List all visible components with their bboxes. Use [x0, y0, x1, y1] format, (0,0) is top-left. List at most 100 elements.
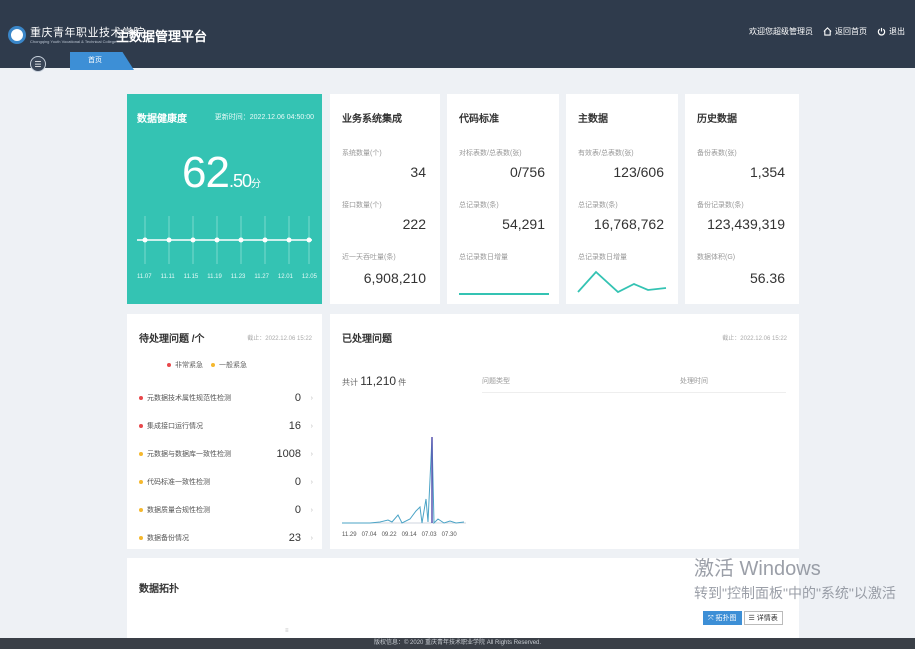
issue-count: 0 — [294, 504, 301, 516]
chevron-right-icon: › — [310, 534, 313, 542]
issue-row[interactable]: 数据备份情况 23 › — [139, 532, 315, 544]
issue-count: 23 — [288, 532, 301, 544]
metric-label: 近一天吞吐量(条) — [342, 254, 396, 261]
metric-label: 总记录数(条) — [578, 202, 618, 209]
master-data-card[interactable]: 主数据 有效表/总表数(张) 123/606 总记录数(条) 16,768,76… — [566, 94, 678, 304]
college-name-english: Chongqing Youth Vocational & Technical C… — [30, 39, 117, 44]
urgency-dot — [139, 452, 143, 456]
card-title: 主数据 — [578, 114, 608, 125]
health-score-int: 62 — [182, 148, 230, 197]
urgency-dot — [139, 396, 143, 400]
processed-total-value: 11,210 — [360, 374, 397, 388]
issue-row[interactable]: 元数据与数据库一致性检测 1008 › — [139, 448, 315, 460]
topology-title: 数据拓扑 — [139, 584, 179, 595]
resize-handle-icon[interactable]: ≡ — [285, 628, 289, 634]
menu-toggle-button[interactable]: ☰ — [30, 56, 46, 72]
urgency-dot — [139, 480, 143, 484]
processed-date-axis: 11.29 07.04 09.22 09.14 07.03 07.30 — [342, 532, 457, 538]
business-integration-card[interactable]: 业务系统集成 系统数量(个) 34 接口数量(个) 222 近一天吞吐量(条) … — [330, 94, 440, 304]
date-tick: 11.27 — [254, 274, 269, 280]
watermark-line1: 激活 Windows — [694, 558, 821, 580]
date-tick: 12.05 — [301, 274, 317, 280]
logout-link[interactable]: 退出 — [877, 26, 905, 37]
chevron-right-icon: › — [310, 450, 313, 458]
issues-time: 截止：2022.12.06 15:22 — [247, 336, 312, 342]
code-daily-sparkline — [459, 293, 549, 295]
data-health-card: 数据健康度 更新时间：2022.12.06 04:50:00 62.50分 11… — [127, 94, 322, 304]
date-tick: 07.03 — [421, 532, 437, 538]
menu-icon: ☰ — [34, 59, 42, 69]
urgency-dot — [139, 508, 143, 512]
health-score-unit: 分 — [250, 179, 261, 190]
date-tick: 09.22 — [381, 532, 397, 538]
home-label: 返回首页 — [835, 27, 867, 36]
date-tick: 11.11 — [160, 274, 175, 280]
issue-label: 数据备份情况 — [147, 535, 189, 542]
metric-label: 系统数量(个) — [342, 150, 382, 157]
metric-label: 总记录数日增量 — [578, 254, 627, 261]
metric-value: 6,908,210 — [363, 270, 426, 286]
issue-row[interactable]: 代码标准一致性检测 0 › — [139, 476, 315, 488]
issues-title: 待处理问题 /个 — [139, 334, 205, 345]
date-tick: 09.14 — [401, 532, 417, 538]
metric-label: 接口数量(个) — [342, 202, 382, 209]
metric-value: 222 — [402, 216, 426, 232]
issue-count: 0 — [294, 392, 301, 404]
date-tick: 07.30 — [441, 532, 457, 538]
home-icon — [823, 27, 832, 36]
health-date-axis: 11.07 11.11 11.15 11.19 11.23 11.27 12.0… — [137, 274, 317, 280]
processed-trend-chart — [342, 436, 466, 525]
footer-copyright: 版权信息：© 2020 重庆青年技术职业学院 All Rights Reserv… — [0, 638, 915, 649]
metric-value: 16,768,762 — [593, 216, 664, 232]
issue-row[interactable]: 数据质量合规性检测 0 › — [139, 504, 315, 516]
date-tick: 11.29 — [342, 532, 357, 538]
date-tick: 11.15 — [183, 274, 199, 280]
metric-value: 123/606 — [613, 164, 664, 180]
code-standard-card[interactable]: 代码标准 对标表数/总表数(张) 0/756 总记录数(条) 54,291 总记… — [447, 94, 559, 304]
metric-label: 总记录数日增量 — [459, 254, 508, 261]
issue-label: 集成接口运行情况 — [147, 423, 203, 430]
metric-label: 备份表数(张) — [697, 150, 737, 157]
issue-row[interactable]: 集成接口运行情况 16 › — [139, 420, 315, 432]
legend-normal: 一般紧急 — [211, 360, 247, 370]
top-bar: 重庆青年职业技术学院 Chongqing Youth Vocational & … — [0, 0, 915, 72]
history-data-card[interactable]: 历史数据 备份表数(张) 1,354 备份记录数(条) 123,439,319 … — [685, 94, 799, 304]
master-daily-sparkline — [577, 270, 667, 294]
issue-count: 16 — [288, 420, 301, 432]
welcome-text: 欢迎您超级管理员 — [749, 27, 813, 36]
table-header-divider — [482, 392, 786, 393]
metric-label: 备份记录数(条) — [697, 202, 744, 209]
chevron-right-icon: › — [310, 422, 313, 430]
processed-time: 截止：2022.12.06 15:22 — [722, 336, 787, 342]
logout-label: 退出 — [889, 27, 905, 36]
metric-value: 34 — [410, 164, 426, 180]
issue-row[interactable]: 元数据技术属性规范性检测 0 › — [139, 392, 315, 404]
col-header-time: 处理时间 — [680, 378, 708, 385]
home-link[interactable]: 返回首页 — [823, 26, 867, 37]
date-tick: 07.04 — [361, 532, 377, 538]
health-score-dec: .50 — [228, 171, 252, 191]
metric-label: 对标表数/总表数(张) — [459, 150, 522, 157]
date-tick: 11.23 — [230, 274, 246, 280]
health-update-time: 更新时间：2022.12.06 04:50:00 — [214, 114, 314, 121]
tab-home[interactable]: 首页 — [70, 52, 134, 70]
urgency-dot — [139, 424, 143, 428]
col-header-type: 问题类型 — [482, 378, 510, 385]
pending-issues-card: 待处理问题 /个 截止：2022.12.06 15:22 非常紧急 一般紧急 元… — [127, 314, 322, 549]
topology-view-button[interactable]: ⤧ 拓扑图 — [703, 611, 742, 625]
top-right-actions: 欢迎您超级管理员 返回首页 退出 — [749, 26, 905, 37]
date-tick: 11.19 — [207, 274, 222, 280]
issue-label: 元数据与数据库一致性检测 — [147, 451, 231, 458]
processed-issues-card: 已处理问题 截止：2022.12.06 15:22 共计 11,210 件 问题… — [330, 314, 799, 549]
processed-title: 已处理问题 — [342, 334, 392, 345]
issues-legend: 非常紧急 一般紧急 — [167, 360, 247, 370]
issue-count: 0 — [294, 476, 301, 488]
detail-table-button[interactable]: ☰ 详情表 — [743, 611, 783, 625]
processed-total: 共计 11,210 件 — [342, 374, 407, 388]
metric-value: 56.36 — [749, 270, 785, 286]
health-title: 数据健康度 — [137, 114, 187, 125]
windows-activation-watermark: 激活 Windows 转到"控制面板"中的"系统"以激活 — [694, 552, 896, 603]
college-logo-icon — [8, 26, 26, 44]
power-icon — [877, 27, 886, 36]
issue-label: 代码标准一致性检测 — [147, 479, 210, 486]
